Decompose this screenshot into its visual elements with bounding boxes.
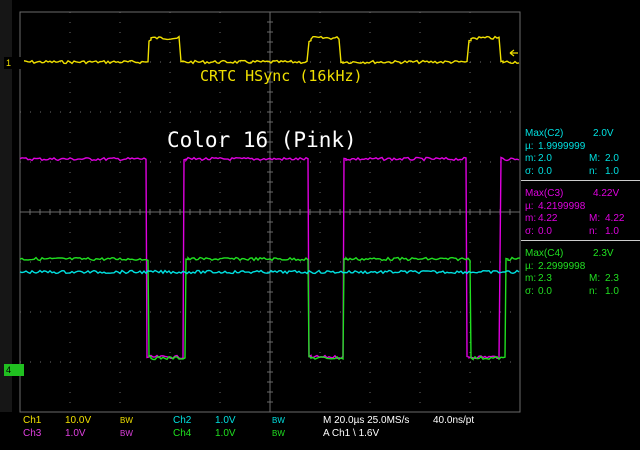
- meas-c3-maxv-label: M:: [589, 213, 601, 224]
- meas-c4-mu-label: µ:: [525, 260, 534, 272]
- sample-resolution: 40.0ns/pt: [433, 415, 475, 426]
- meas-c2-sigma-label: σ:: [525, 165, 534, 177]
- ch1-ground-marker[interactable]: 1: [4, 57, 24, 69]
- ch3-bw-limit: BW: [120, 429, 133, 438]
- meas-c4-n-value: 1.0: [605, 285, 619, 297]
- meas-c3-max-label: Max(C3): [525, 188, 564, 199]
- ch4-name[interactable]: Ch4: [173, 428, 191, 439]
- ch2-name[interactable]: Ch2: [173, 415, 191, 426]
- ch4-bw-limit: BW: [272, 429, 285, 438]
- meas-c4-min-label: m:: [525, 273, 537, 284]
- meas-c3-mu-value: 4.2199998: [538, 200, 586, 212]
- meas-c2-maxv-value: 2.0: [605, 153, 619, 164]
- meas-c4-maxv-value: 2.3: [605, 273, 619, 284]
- ch4-ground-marker[interactable]: 4: [4, 364, 24, 376]
- meas-divider: [521, 240, 640, 241]
- meas-c2-min-label: m:: [525, 153, 537, 164]
- meas-c4-sigma-label: σ:: [525, 285, 534, 297]
- meas-c4-maxv-label: M:: [589, 273, 601, 284]
- meas-c2-n-label: n:: [589, 165, 598, 177]
- meas-c2-max-label: Max(C2): [525, 128, 564, 139]
- measurement-panel-c2: Max(C2) 2.0V µ: 1.9999999 m: 2.0 M: 2.0 σ: 0.0…: [521, 128, 640, 181]
- meas-c2-n-value: 1.0: [605, 165, 619, 177]
- trigger-arrow-icon: [509, 49, 518, 57]
- ch1-name[interactable]: Ch1: [23, 415, 41, 426]
- color-annotation: Color 16 (Pink): [167, 128, 357, 152]
- ch2-scale[interactable]: 1.0V: [215, 415, 236, 426]
- meas-c2-max-value: 2.0V: [593, 128, 614, 139]
- ch2-bw-limit: BW: [272, 416, 285, 425]
- hsync-annotation: CRTC HSync (16kHz): [200, 67, 363, 85]
- meas-c2-min-value: 2.0: [538, 153, 552, 164]
- trigger-readout[interactable]: A Ch1 \ 1.6V: [323, 428, 379, 439]
- meas-c4-sigma-value: 0.0: [538, 285, 552, 297]
- meas-c2-mu-label: µ:: [525, 140, 534, 152]
- measurement-panel-c3: Max(C3) 4.22V µ: 4.2199998 m: 4.22 M: 4.22 σ:…: [521, 188, 640, 241]
- ch4-marker-label: 4: [6, 365, 12, 375]
- ch3-name[interactable]: Ch3: [23, 428, 41, 439]
- meas-c3-mu-label: µ:: [525, 200, 534, 212]
- meas-c4-mu-value: 2.2999998: [538, 260, 586, 272]
- meas-c4-min-value: 2.3: [538, 273, 552, 284]
- meas-c3-maxv-value: 4.22: [605, 213, 625, 224]
- meas-c4-n-label: n:: [589, 285, 598, 297]
- meas-c2-sigma-value: 0.0: [538, 165, 552, 177]
- ch1-marker-label: 1: [6, 58, 12, 68]
- ch4-scale[interactable]: 1.0V: [215, 428, 236, 439]
- ch3-scale[interactable]: 1.0V: [65, 428, 86, 439]
- timebase-readout[interactable]: M 20.0µs 25.0MS/s: [323, 415, 409, 426]
- ch1-scale[interactable]: 10.0V: [65, 415, 91, 426]
- ch1-bw-limit: BW: [120, 416, 133, 425]
- meas-c4-max-label: Max(C4): [525, 248, 564, 259]
- meas-c3-n-label: n:: [589, 225, 598, 237]
- oscilloscope-display: 1 4 CRTC HSync (16kHz) Color 16 (Pink) M…: [0, 0, 640, 450]
- meas-c3-sigma-label: σ:: [525, 225, 534, 237]
- meas-c2-mu-value: 1.9999999: [538, 140, 586, 152]
- meas-c3-sigma-value: 0.0: [538, 225, 552, 237]
- meas-c3-min-value: 4.22: [538, 213, 558, 224]
- meas-c4-max-value: 2.3V: [593, 248, 614, 259]
- meas-divider: [521, 180, 640, 181]
- measurement-panel-c4: Max(C4) 2.3V µ: 2.2999998 m: 2.3 M: 2.3 σ: 0.0…: [521, 248, 640, 298]
- meas-c3-min-label: m:: [525, 213, 537, 224]
- meas-c3-n-value: 1.0: [605, 225, 619, 237]
- meas-c3-max-value: 4.22V: [593, 188, 620, 199]
- meas-c2-maxv-label: M:: [589, 153, 601, 164]
